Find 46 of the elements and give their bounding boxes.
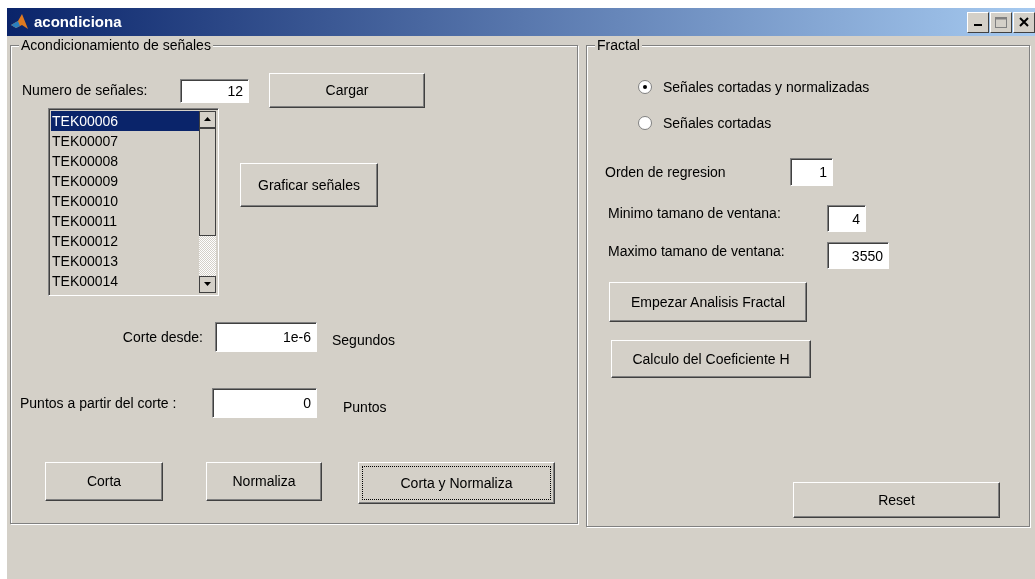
reset-button[interactable]: Reset (793, 482, 1000, 518)
panel-title: Fractal (595, 37, 642, 53)
radio-label: Señales cortadas y normalizadas (663, 77, 870, 97)
close-button[interactable] (1013, 11, 1035, 33)
maximize-icon (995, 16, 1007, 28)
maximize-button[interactable] (990, 11, 1012, 33)
field-label: Numero de señales: (22, 81, 149, 100)
input-field[interactable]: 0 (212, 388, 317, 418)
list-item[interactable]: TEK00009 (51, 171, 199, 191)
panel-title: Acondicionamiento de señales (19, 37, 213, 53)
input-field[interactable]: 1 (790, 158, 833, 186)
input-field[interactable]: 12 (180, 78, 249, 103)
list-item[interactable]: TEK00006 (51, 111, 199, 131)
field-label: Minimo tamano de ventana: (608, 204, 782, 223)
cut-button[interactable]: Corta (45, 462, 163, 501)
unit-label: Segundos (332, 330, 396, 350)
start-analysis-button[interactable]: Empezar Analisis Fractal (609, 282, 807, 322)
plot-button[interactable]: Graficar señales (240, 163, 378, 207)
list-item[interactable]: TEK00010 (51, 191, 199, 211)
radio-button[interactable] (638, 116, 652, 130)
load-button[interactable]: Cargar (269, 73, 425, 108)
list-item[interactable]: TEK00012 (51, 231, 199, 251)
radio-label: Señales cortadas (663, 113, 772, 133)
list-item[interactable]: TEK00008 (51, 151, 199, 171)
radio-button[interactable] (638, 80, 652, 94)
minimize-button[interactable] (967, 11, 989, 33)
signal-list[interactable]: TEK00006 TEK00007 TEK00008 TEK00009 TEK00010 TEK00011 TEK00012 TEK00013 TEK00014 (48, 108, 219, 296)
input-field[interactable]: 3550 (827, 242, 889, 269)
list-item[interactable]: TEK00007 (51, 131, 199, 151)
scrollbar[interactable] (199, 111, 216, 293)
compute-button[interactable]: Calculo del Coeficiente H (611, 340, 811, 378)
close-icon (1019, 17, 1029, 27)
normalize-button[interactable]: Normaliza (206, 462, 322, 501)
list-item[interactable]: TEK00011 (51, 211, 199, 231)
unit-label: Puntos (343, 397, 387, 417)
app-logo-icon (10, 12, 30, 32)
field-label: Orden de regresion (605, 162, 727, 182)
list-item[interactable]: TEK00013 (51, 251, 199, 271)
input-field[interactable]: 4 (827, 205, 866, 232)
input-field[interactable]: 1e-6 (215, 322, 317, 352)
window-title: acondiciona (34, 11, 122, 32)
field-label: Corte desde: (121, 327, 204, 347)
field-label: Maximo tamano de ventana: (608, 242, 786, 261)
cut-normalize-button[interactable]: Corta y Normaliza (358, 462, 555, 504)
field-label: Puntos a partir del corte : (20, 393, 178, 413)
list-item[interactable]: TEK00014 (51, 271, 199, 291)
